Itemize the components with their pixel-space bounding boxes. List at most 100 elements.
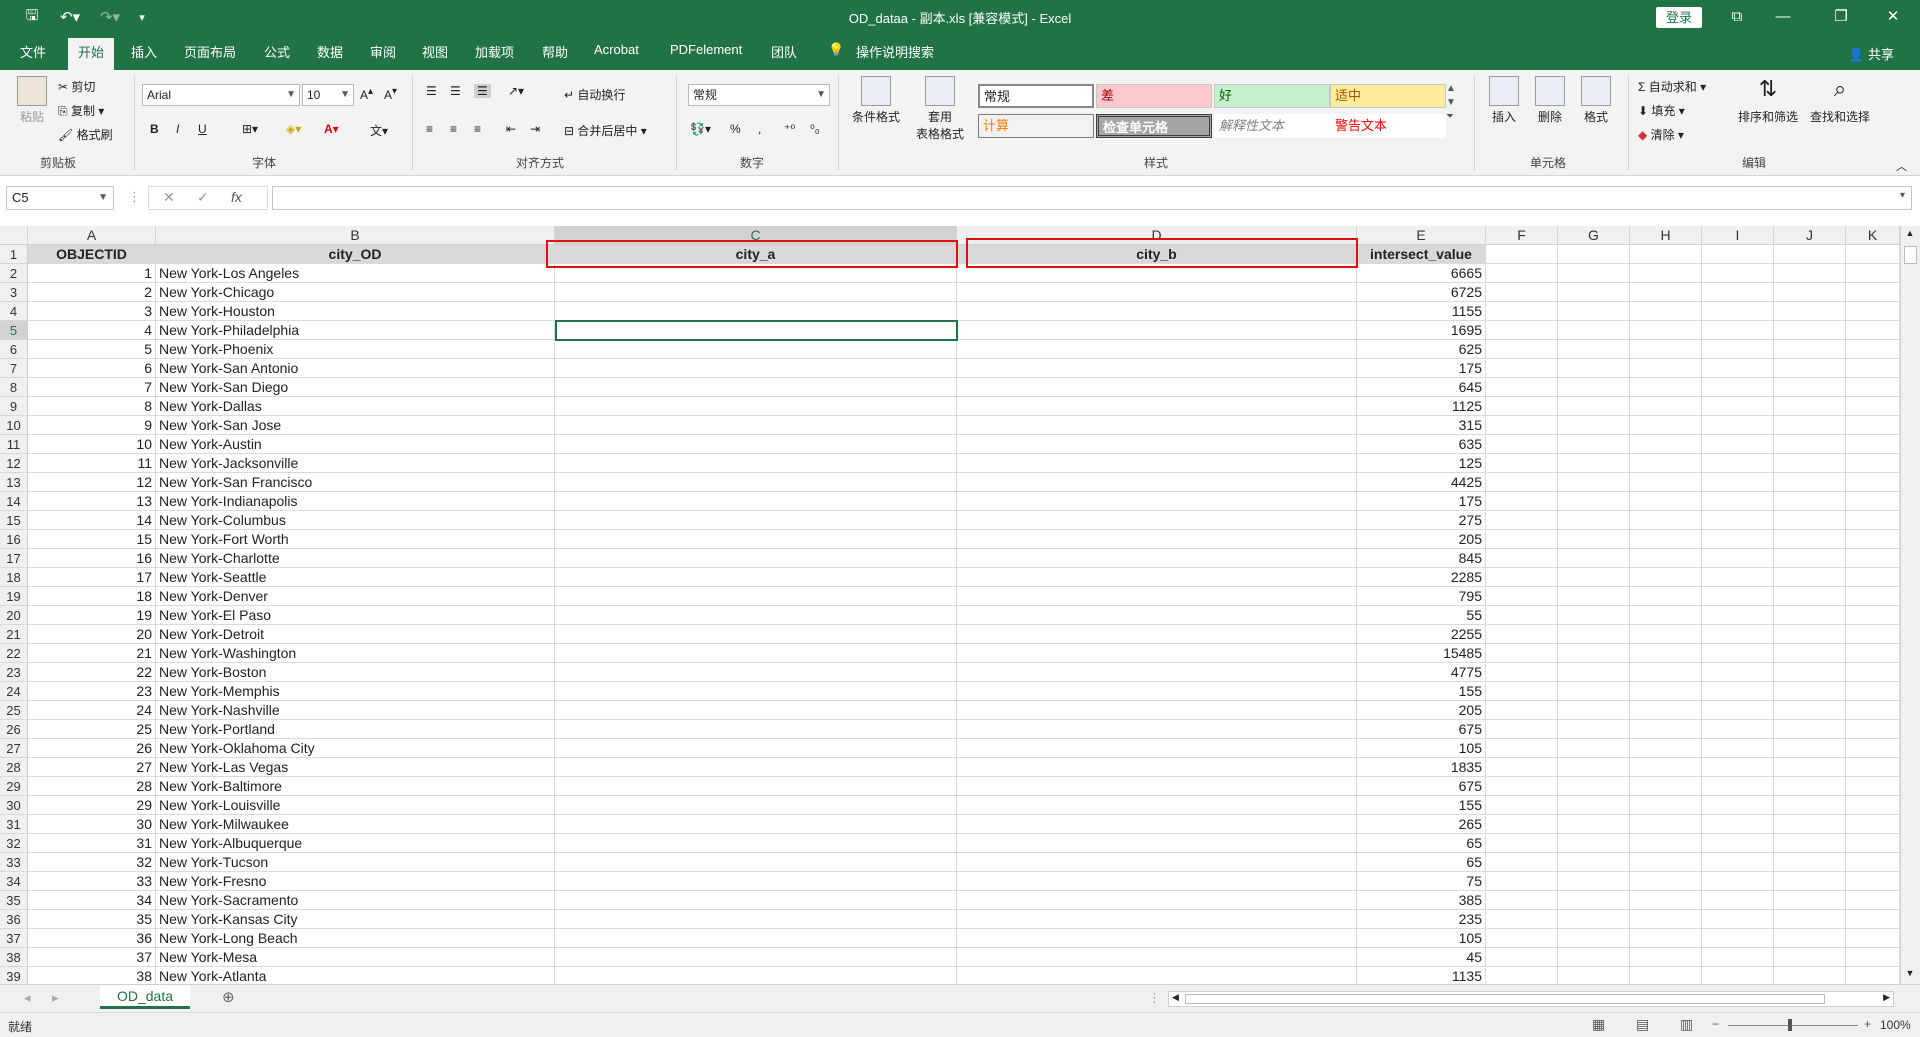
city-od-cell[interactable]: New York-Jacksonville (156, 454, 555, 473)
empty-cell[interactable] (1630, 682, 1702, 701)
empty-cell[interactable] (1774, 587, 1846, 606)
column-header-e[interactable]: E (1357, 226, 1486, 245)
empty-cell[interactable] (957, 511, 1357, 530)
empty-cell[interactable] (1846, 872, 1900, 891)
font-color-icon[interactable]: A▾ (324, 122, 339, 136)
city-od-cell[interactable]: New York-Albuquerque (156, 834, 555, 853)
row-header[interactable]: 26 (0, 720, 28, 739)
restore-icon[interactable]: ❐ (1818, 0, 1864, 34)
intersect-value-cell[interactable]: 1155 (1357, 302, 1486, 321)
tab-team[interactable]: 团队 (771, 42, 797, 61)
empty-cell[interactable] (1558, 340, 1630, 359)
format-cells-button[interactable]: 格式 (1576, 76, 1616, 125)
tab-acrobat[interactable]: Acrobat (594, 42, 639, 57)
empty-cell[interactable] (1630, 739, 1702, 758)
empty-cell[interactable] (1774, 283, 1846, 302)
empty-cell[interactable] (1558, 492, 1630, 511)
empty-cell[interactable] (1774, 739, 1846, 758)
empty-cell[interactable] (957, 929, 1357, 948)
empty-cell[interactable] (957, 739, 1357, 758)
empty-cell[interactable] (1630, 796, 1702, 815)
empty-cell[interactable] (1702, 967, 1774, 984)
empty-cell[interactable] (1486, 397, 1558, 416)
empty-cell[interactable] (1558, 568, 1630, 587)
empty-cell[interactable] (1702, 397, 1774, 416)
row-header[interactable]: 17 (0, 549, 28, 568)
hscroll-thumb[interactable] (1185, 994, 1825, 1004)
empty-cell[interactable] (1630, 967, 1702, 984)
row-header[interactable]: 29 (0, 777, 28, 796)
percent-button[interactable]: % (730, 122, 741, 136)
objectid-cell[interactable]: 14 (28, 511, 156, 530)
empty-cell[interactable] (1558, 416, 1630, 435)
borders-icon[interactable]: ⊞▾ (242, 122, 258, 136)
empty-cell[interactable] (1558, 321, 1630, 340)
empty-cell[interactable] (1486, 853, 1558, 872)
objectid-cell[interactable]: 16 (28, 549, 156, 568)
tab-help[interactable]: 帮助 (542, 42, 568, 61)
page-break-view-icon[interactable]: ▥ (1680, 1016, 1693, 1033)
empty-cell[interactable] (1774, 530, 1846, 549)
empty-cell[interactable] (1558, 530, 1630, 549)
empty-cell[interactable] (555, 739, 957, 758)
empty-cell[interactable] (1846, 891, 1900, 910)
empty-cell[interactable] (1774, 929, 1846, 948)
empty-cell[interactable] (1846, 758, 1900, 777)
empty-cell[interactable] (1846, 435, 1900, 454)
row-header[interactable]: 6 (0, 340, 28, 359)
row-header[interactable]: 10 (0, 416, 28, 435)
empty-cell[interactable] (1774, 245, 1846, 264)
empty-cell[interactable] (1558, 739, 1630, 758)
empty-cell[interactable] (1702, 549, 1774, 568)
empty-cell[interactable] (1702, 777, 1774, 796)
empty-cell[interactable] (1486, 435, 1558, 454)
row-header[interactable]: 28 (0, 758, 28, 777)
header-cell-a[interactable]: OBJECTID (28, 245, 156, 264)
insert-cells-button[interactable]: 插入 (1484, 76, 1524, 125)
empty-cell[interactable] (1486, 492, 1558, 511)
empty-cell[interactable] (1558, 302, 1630, 321)
intersect-value-cell[interactable]: 4425 (1357, 473, 1486, 492)
empty-cell[interactable] (1630, 549, 1702, 568)
empty-cell[interactable] (1846, 739, 1900, 758)
enter-icon[interactable]: ✓ (197, 189, 209, 206)
city-od-cell[interactable]: New York-Mesa (156, 948, 555, 967)
empty-cell[interactable] (555, 511, 957, 530)
empty-cell[interactable] (957, 416, 1357, 435)
conditional-format-button[interactable]: 条件格式 (848, 76, 904, 125)
zoom-in-icon[interactable]: + (1864, 1017, 1871, 1031)
empty-cell[interactable] (555, 587, 957, 606)
row-header[interactable]: 1 (0, 245, 28, 264)
objectid-cell[interactable]: 33 (28, 872, 156, 891)
intersect-value-cell[interactable]: 1125 (1357, 397, 1486, 416)
intersect-value-cell[interactable]: 1695 (1357, 321, 1486, 340)
empty-cell[interactable] (957, 872, 1357, 891)
objectid-cell[interactable]: 11 (28, 454, 156, 473)
empty-cell[interactable] (1558, 606, 1630, 625)
empty-cell[interactable] (1846, 910, 1900, 929)
empty-cell[interactable] (1702, 815, 1774, 834)
empty-cell[interactable] (1558, 701, 1630, 720)
empty-cell[interactable] (1630, 397, 1702, 416)
empty-cell[interactable] (1486, 511, 1558, 530)
empty-cell[interactable] (1846, 378, 1900, 397)
empty-cell[interactable] (1630, 853, 1702, 872)
city-od-cell[interactable]: New York-San Diego (156, 378, 555, 397)
objectid-cell[interactable]: 12 (28, 473, 156, 492)
row-header[interactable]: 30 (0, 796, 28, 815)
empty-cell[interactable] (1630, 359, 1702, 378)
column-header-h[interactable]: H (1630, 226, 1702, 245)
intersect-value-cell[interactable]: 845 (1357, 549, 1486, 568)
empty-cell[interactable] (1774, 378, 1846, 397)
empty-cell[interactable] (555, 340, 957, 359)
objectid-cell[interactable]: 20 (28, 625, 156, 644)
empty-cell[interactable] (1846, 853, 1900, 872)
row-header[interactable]: 32 (0, 834, 28, 853)
empty-cell[interactable] (1486, 587, 1558, 606)
intersect-value-cell[interactable]: 275 (1357, 511, 1486, 530)
empty-cell[interactable] (1630, 815, 1702, 834)
active-cell-selection[interactable] (555, 320, 958, 341)
empty-cell[interactable] (1630, 454, 1702, 473)
empty-cell[interactable] (1558, 910, 1630, 929)
empty-cell[interactable] (1630, 568, 1702, 587)
